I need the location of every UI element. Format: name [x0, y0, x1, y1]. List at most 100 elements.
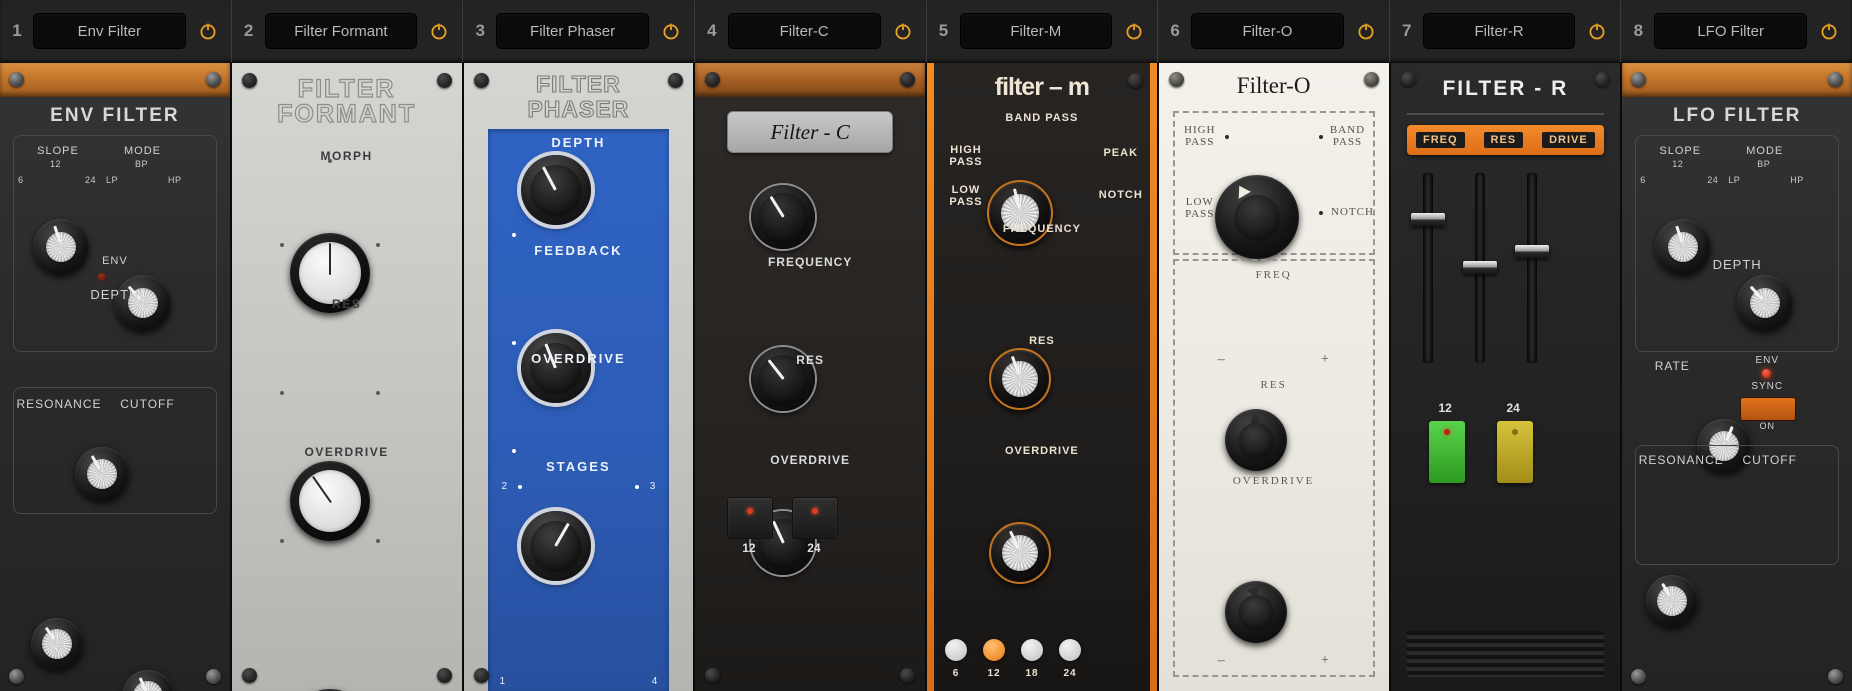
mode-knob[interactable] [987, 180, 1053, 246]
slot-1[interactable]: 1 Env Filter [0, 0, 231, 62]
slope-button-24[interactable] [1059, 639, 1081, 661]
mode-knob[interactable] [115, 275, 171, 331]
slot-name-field[interactable]: Filter-O [1191, 13, 1344, 49]
screw-icon [1400, 72, 1416, 87]
mode-button-res[interactable]: RES [1483, 132, 1524, 148]
slope-button-24-label: 24 [1063, 668, 1077, 679]
panel-env-filter[interactable]: ENV FILTER SLOPE 12 6 24 MODE BP LP HP E… [0, 63, 230, 691]
slope-button-12[interactable] [983, 639, 1005, 661]
slot-2[interactable]: 2 Filter Formant [230, 0, 463, 62]
depth-label: DEPTH [551, 135, 606, 150]
resonance-label: RESONANCE [16, 397, 102, 411]
slope-mark-6: 6 [18, 175, 24, 185]
slope-button-12-label: 12 [987, 668, 1001, 679]
morph-mark-dot [327, 159, 332, 163]
screw-icon [1363, 72, 1379, 87]
panel-filter-r[interactable]: FILTER - R FREQ RES DRIVE 12 24 [1388, 63, 1621, 691]
rate-knob[interactable] [1646, 575, 1699, 627]
slot-name-field[interactable]: Filter Phaser [496, 13, 649, 49]
panel-title: LFO FILTER [1672, 105, 1802, 126]
slot-7[interactable]: 7 Filter-R [1388, 0, 1621, 62]
panel-lfo-filter[interactable]: LFO FILTER SLOPE 12 6 24 MODE BP LP HP D… [1620, 63, 1852, 691]
slope-label: SLOPE [37, 145, 79, 157]
slot-4[interactable]: 4 Filter-C [693, 0, 926, 62]
power-icon[interactable] [1121, 18, 1147, 44]
slider-track-3[interactable] [1526, 173, 1537, 363]
slope-button-12[interactable] [1428, 421, 1465, 483]
slot-8[interactable]: 8 LFO Filter [1620, 0, 1852, 62]
res-label: RES [332, 297, 362, 311]
frequency-knob[interactable] [751, 185, 816, 249]
slope-button-24[interactable] [792, 497, 839, 539]
power-icon[interactable] [195, 18, 221, 44]
res-knob[interactable] [1224, 581, 1287, 643]
slope-button-6[interactable] [945, 639, 967, 661]
res-knob[interactable] [289, 461, 370, 541]
slider-handle-1[interactable] [1410, 213, 1445, 226]
resonance-knob[interactable] [31, 618, 83, 670]
feedback-label: FEEDBACK [534, 243, 623, 258]
slot-3[interactable]: 3 Filter Phaser [462, 0, 694, 62]
res-mark-dot [279, 391, 284, 395]
overdrive-label: OVERDRIVE [1004, 445, 1079, 457]
overdrive-knob[interactable] [520, 511, 591, 581]
power-icon[interactable] [1816, 18, 1842, 44]
mode-mark-bp: BP [1757, 159, 1771, 169]
slot-5[interactable]: 5 Filter-M [925, 0, 1158, 62]
slot-name-field[interactable]: LFO Filter [1654, 13, 1807, 49]
slope-button-24[interactable] [1496, 421, 1533, 483]
slider-handle-2[interactable] [1462, 261, 1497, 274]
feedback-knob[interactable] [520, 333, 591, 403]
frequency-knob[interactable] [989, 348, 1051, 410]
slot-6[interactable]: 6 Filter-O [1157, 0, 1389, 62]
slot-name-field[interactable]: Filter-R [1422, 13, 1576, 49]
slider-track-1[interactable] [1422, 173, 1433, 363]
sync-button[interactable] [1740, 397, 1797, 421]
power-icon[interactable] [1353, 18, 1379, 44]
screw-icon [473, 668, 489, 683]
mode-mark-highpass: HIGH PASS [1184, 124, 1216, 148]
cutoff-label: CUTOFF [120, 397, 175, 411]
slot-name-field[interactable]: Env Filter [33, 13, 186, 49]
mode-button-freq[interactable]: FREQ [1415, 132, 1465, 148]
stages-dot [635, 485, 640, 489]
wood-trim-top [0, 63, 230, 97]
panel-filter-c[interactable]: Filter - C FREQUENCY RES OVERDRIVE 12 24 [693, 63, 925, 691]
slot-number: 8 [1633, 21, 1644, 40]
mode-button-drive[interactable]: DRIVE [1542, 132, 1595, 148]
freq-knob[interactable] [1224, 409, 1287, 471]
screw-icon [1127, 73, 1143, 88]
panel-filter-o[interactable]: Filter-O HIGH PASS BAND PASS LOW PASS NO… [1156, 63, 1389, 691]
screw-icon [1828, 669, 1843, 684]
power-icon[interactable] [890, 18, 916, 44]
panel-title-line2: FORMANT [277, 99, 417, 128]
power-icon[interactable] [426, 18, 452, 44]
panel-filter-m[interactable]: filter – m BAND PASS HIGH PASS LOW PASS … [925, 63, 1157, 691]
overdrive-label: OVERDRIVE [531, 351, 626, 366]
mode-knob[interactable] [1214, 175, 1299, 259]
panel-filter-formant[interactable]: FILTER FORMANT MORPH RES OVERDRIVE [229, 63, 462, 691]
screw-icon [205, 72, 221, 87]
mode-knob[interactable] [1737, 275, 1794, 331]
slope-button-12[interactable] [727, 497, 774, 539]
overdrive-label: OVERDRIVE [304, 445, 389, 459]
slot-name-field[interactable]: Filter-M [959, 13, 1113, 49]
mode-button-bar[interactable]: FREQ RES DRIVE [1406, 125, 1605, 155]
panel-title: filter – m [994, 73, 1090, 101]
res-knob[interactable] [989, 522, 1051, 584]
depth-knob[interactable] [520, 155, 591, 225]
panel-filter-phaser[interactable]: FILTER PHASER DEPTH FEEDBACK OVERDRIVE S… [461, 63, 694, 691]
slot-name-field[interactable]: Filter Formant [264, 13, 418, 49]
slope-button-24-label: 24 [1506, 401, 1520, 415]
slope-button-18[interactable] [1021, 639, 1043, 661]
stages-label: STAGES [546, 459, 611, 474]
power-icon[interactable] [1584, 18, 1610, 44]
res-mark-dot [375, 391, 380, 395]
filter-rack-window: 1 Env Filter 2 Filter Formant 3 Filter P… [0, 0, 1852, 691]
overdrive-minus-label: – [1217, 653, 1226, 669]
mode-dot [1318, 135, 1323, 139]
slot-name-field[interactable]: Filter-C [727, 13, 881, 49]
cutoff-knob[interactable] [122, 670, 174, 691]
power-icon[interactable] [658, 18, 684, 44]
slider-handle-3[interactable] [1514, 245, 1549, 258]
